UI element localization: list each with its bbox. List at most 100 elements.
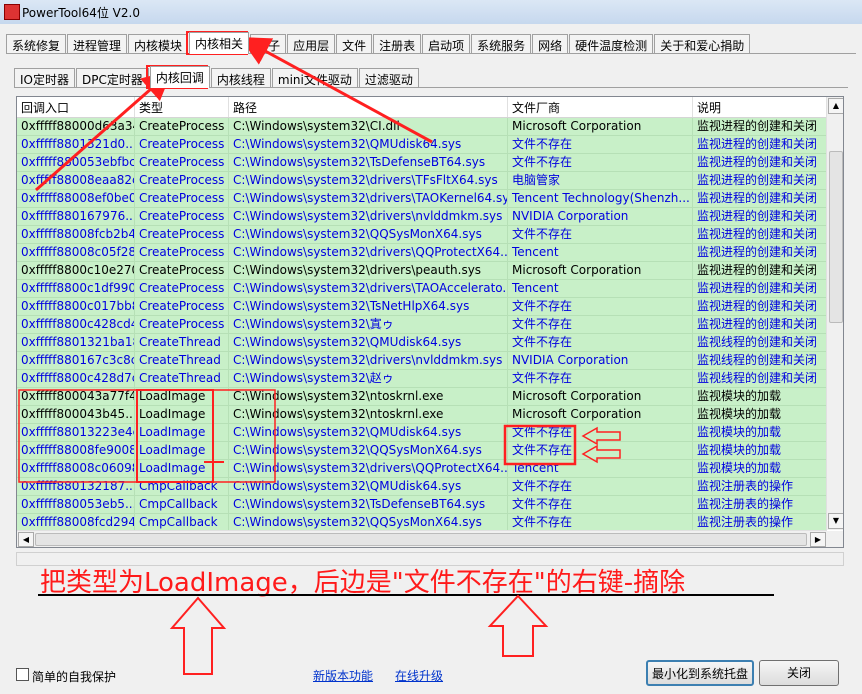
cell-type: CmpCallback	[135, 478, 229, 495]
table-row[interactable]: 0xfffff8800c428d7c CreateThread C:\Windows…	[17, 370, 827, 388]
main-tab[interactable]: 内核相关	[189, 32, 250, 54]
cell-path: C:\Windows\system32\QQSysMonX64.sys	[229, 442, 508, 459]
cell-desc: 监视进程的创建和关闭	[693, 298, 827, 315]
column-header-path[interactable]: 路径	[229, 97, 508, 117]
main-tab[interactable]: 关于和爱心捐助	[654, 34, 751, 54]
cell-desc: 监视进程的创建和关闭	[693, 136, 827, 153]
column-header-vendor[interactable]: 文件厂商	[508, 97, 693, 117]
cell-vendor: Microsoft Corporation	[508, 388, 693, 405]
main-tab[interactable]: 系统修复	[6, 34, 67, 54]
scroll-left-button[interactable]: ◀	[18, 532, 34, 547]
cell-entry: 0xfffff88008fcd294	[17, 514, 135, 531]
cell-desc: 监视进程的创建和关闭	[693, 226, 827, 243]
main-tab[interactable]: 系统服务	[471, 34, 532, 54]
table-row[interactable]: 0xfffff88000d63a34 CreateProcess C:\Window…	[17, 118, 827, 136]
column-header-entry[interactable]: 回调入口	[17, 97, 135, 117]
cell-desc: 监视模块的加载	[693, 424, 827, 441]
new-version-link[interactable]: 新版本功能	[313, 667, 373, 684]
scroll-down-button[interactable]: ▼	[828, 513, 843, 529]
main-tab[interactable]: 内核模块	[128, 34, 189, 54]
cell-desc: 监视进程的创建和关闭	[693, 190, 827, 207]
cell-entry: 0xfffff8800c428cd4	[17, 316, 135, 333]
table-row[interactable]: 0xfffff880167c3c8c CreateThread C:\Windows…	[17, 352, 827, 370]
vertical-scrollbar[interactable]: ▲ ▼	[826, 97, 843, 530]
sub-tab[interactable]: IO定时器	[14, 68, 75, 88]
main-tab[interactable]: 进程管理	[67, 34, 128, 54]
main-tab[interactable]: 启动项	[422, 34, 471, 54]
cell-vendor: NVIDIA Corporation	[508, 352, 693, 369]
main-tab[interactable]: 钩子	[250, 34, 287, 54]
cell-type: CreateProcess	[135, 136, 229, 153]
vertical-scroll-thumb[interactable]	[829, 151, 843, 323]
table-row[interactable]: 0xfffff800043a77f4 LoadImage C:\Windows\sy…	[17, 388, 827, 406]
cell-path: C:\Windows\system32\TsNetHlpX64.sys	[229, 298, 508, 315]
table-row[interactable]: 0xfffff8800c10e270 CreateProcess C:\Window…	[17, 262, 827, 280]
cell-path: C:\Windows\system32\QMUdisk64.sys	[229, 478, 508, 495]
scroll-right-button[interactable]: ▶	[810, 532, 826, 547]
cell-entry: 0xfffff88008ef0be0	[17, 190, 135, 207]
table-row[interactable]: 0xfffff8801321ba18 CreateThread C:\Windows…	[17, 334, 827, 352]
cell-desc: 监视进程的创建和关闭	[693, 244, 827, 261]
cell-entry: 0xfffff880053ebfbc	[17, 154, 135, 171]
table-row[interactable]: 0xfffff8800c428cd4 CreateProcess C:\Window…	[17, 316, 827, 334]
cell-vendor: Microsoft Corporation	[508, 118, 693, 135]
main-tab[interactable]: 硬件温度检测	[569, 34, 654, 54]
cell-type: LoadImage	[135, 406, 229, 423]
main-tab-bar: 系统修复 进程管理 内核模块 内核相关 钩子 应用层 文件 注册表 启动项 系统服务 网络 硬件温度检…	[6, 32, 751, 54]
cell-vendor: Tencent	[508, 280, 693, 297]
table-row[interactable]: 0xfffff88008fe9008 LoadImage C:\Windows\sy…	[17, 442, 827, 460]
main-tab[interactable]: 注册表	[373, 34, 422, 54]
cell-entry: 0xfffff88013223e4c	[17, 424, 135, 441]
column-header-type[interactable]: 类型	[135, 97, 229, 117]
cell-path: C:\Windows\system32\赵ゥ	[229, 370, 508, 387]
horizontal-scroll-thumb[interactable]	[35, 533, 807, 546]
main-tab[interactable]: 网络	[532, 34, 569, 54]
cell-path: C:\Windows\system32\QMUdisk64.sys	[229, 424, 508, 441]
cell-vendor: 文件不存在	[508, 370, 693, 387]
table-row[interactable]: 0xfffff88008c06098 LoadImage C:\Windows\sy…	[17, 460, 827, 478]
list-rows: 0xfffff88000d63a34 CreateProcess C:\Window…	[17, 118, 827, 532]
table-row[interactable]: 0xfffff880132187... CmpCallback C:\Windows…	[17, 478, 827, 496]
table-row[interactable]: 0xfffff800043b45... LoadImage C:\Windows\s…	[17, 406, 827, 424]
cell-path: C:\Windows\system32\TsDefenseBT64.sys	[229, 496, 508, 513]
sub-tab[interactable]: mini文件驱动	[271, 68, 358, 88]
sub-tab[interactable]: 内核线程	[210, 68, 271, 88]
sub-tab[interactable]: DPC定时器	[76, 68, 149, 88]
cell-entry: 0xfffff88008c05f28	[17, 244, 135, 261]
cell-path: C:\Windows\system32\drivers\QQProtectX64…	[229, 460, 508, 477]
table-row[interactable]: 0xfffff8800c017bb8 CreateProcess C:\Window…	[17, 298, 827, 316]
annotation-underline	[38, 594, 774, 596]
cell-entry: 0xfffff88008fcb2b4	[17, 226, 135, 243]
sub-tab[interactable]: 内核回调	[149, 66, 210, 88]
scroll-up-button[interactable]: ▲	[828, 98, 843, 114]
cell-desc: 监视线程的创建和关闭	[693, 370, 827, 387]
table-row[interactable]: 0xfffff8801321d0... CreateProcess C:\Windo…	[17, 136, 827, 154]
callback-list[interactable]: 回调入口 类型 路径 文件厂商 说明 0xfffff88000d63a34 Cre…	[16, 96, 844, 548]
cell-desc: 监视模块的加载	[693, 460, 827, 477]
cell-vendor: 文件不存在	[508, 334, 693, 351]
sub-tab[interactable]: 过滤驱动	[358, 68, 419, 88]
table-row[interactable]: 0xfffff88008eaa82c CreateProcess C:\Window…	[17, 172, 827, 190]
table-row[interactable]: 0xfffff880053ebfbc CreateProcess C:\Window…	[17, 154, 827, 172]
cell-type: CreateProcess	[135, 172, 229, 189]
table-row[interactable]: 0xfffff88008ef0be0 CreateProcess C:\Window…	[17, 190, 827, 208]
minimize-to-tray-button[interactable]: 最小化到系统托盘	[646, 660, 754, 686]
cell-path: C:\Windows\system32\QMUdisk64.sys	[229, 136, 508, 153]
self-protect-checkbox[interactable]	[16, 668, 29, 681]
table-row[interactable]: 0xfffff8800c1df990 CreateProcess C:\Window…	[17, 280, 827, 298]
main-tab[interactable]: 应用层	[287, 34, 336, 54]
close-button[interactable]: 关闭	[759, 660, 839, 686]
cell-path: C:\Windows\system32\drivers\TAOKernel64.…	[229, 190, 508, 207]
online-upgrade-link[interactable]: 在线升级	[395, 667, 443, 684]
table-row[interactable]: 0xfffff88008fcb2b4 CreateProcess C:\Window…	[17, 226, 827, 244]
cell-type: CreateProcess	[135, 298, 229, 315]
table-row[interactable]: 0xfffff880053eb5... CmpCallback C:\Windows…	[17, 496, 827, 514]
window-title: PowerTool64位 V2.0	[22, 6, 140, 20]
table-row[interactable]: 0xfffff88008c05f28 CreateProcess C:\Window…	[17, 244, 827, 262]
horizontal-scrollbar[interactable]: ◀ ▶	[17, 530, 827, 547]
main-tab[interactable]: 文件	[336, 34, 373, 54]
column-header-desc[interactable]: 说明	[693, 97, 827, 117]
table-row[interactable]: 0xfffff880167976... CreateProcess C:\Windo…	[17, 208, 827, 226]
table-row[interactable]: 0xfffff88013223e4c LoadImage C:\Windows\sy…	[17, 424, 827, 442]
cell-type: CreateProcess	[135, 118, 229, 135]
